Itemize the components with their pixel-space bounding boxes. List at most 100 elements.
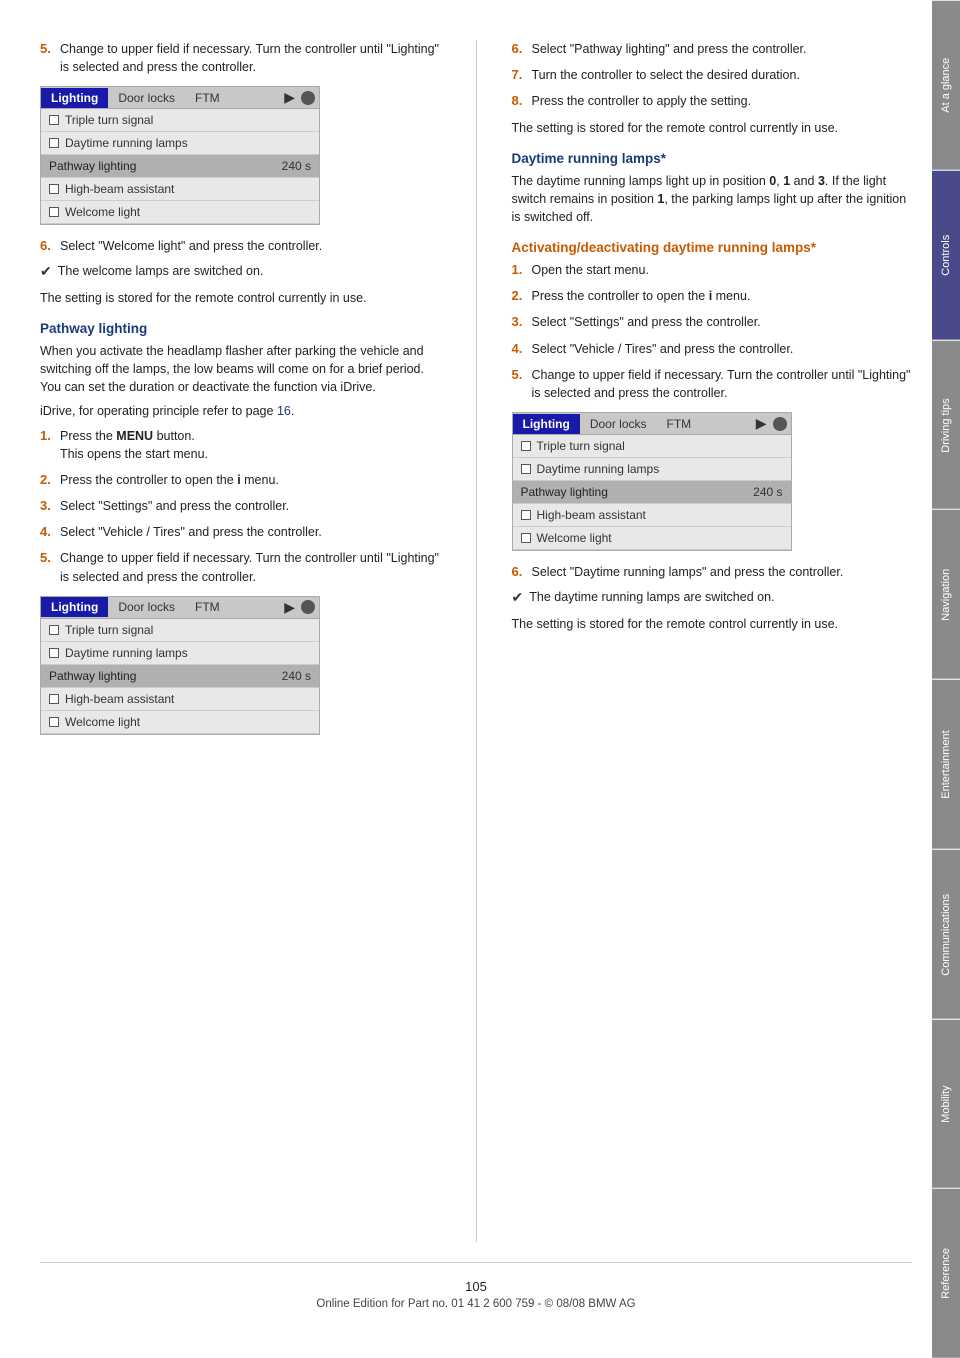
step-num-5-top: 5. <box>40 40 54 76</box>
checkbox-triple-1 <box>49 115 59 125</box>
menu-tab-doorlocks-3: Door locks <box>580 414 657 434</box>
checkbox-daytime-1 <box>49 138 59 148</box>
daytime-step-num-5: 5. <box>512 366 526 402</box>
menu-item-pathway-time-3: 240 s <box>753 485 782 499</box>
menu-item-triple-1: Triple turn signal <box>41 109 319 132</box>
step-num-7-right: 7. <box>512 66 526 84</box>
menu-item-daytime-label-2: Daytime running lamps <box>65 646 188 660</box>
sidebar-tab-reference[interactable]: Reference <box>932 1188 960 1358</box>
step-6-daytime: 6. Select "Daytime running lamps" and pr… <box>512 563 913 581</box>
sidebar-tab-controls[interactable]: Controls <box>932 170 960 340</box>
menu-tab-lighting-2: Lighting <box>41 597 108 617</box>
menu-tab-doorlocks-2: Door locks <box>108 597 185 617</box>
menu-widget-3: Lighting Door locks FTM ▶ Triple turn si… <box>512 412 792 551</box>
daytime-step-1: 1. Open the start menu. <box>512 261 913 279</box>
menu-item-triple-2: Triple turn signal <box>41 619 319 642</box>
pathway-step-1-text: Press the MENU button.This opens the sta… <box>60 427 441 463</box>
daytime-step-num-3: 3. <box>512 313 526 331</box>
menu-item-pathway-1: Pathway lighting 240 s <box>41 155 319 178</box>
daytime-step-4-text: Select "Vehicle / Tires" and press the c… <box>532 340 913 358</box>
pathway-step-num-1: 1. <box>40 427 54 463</box>
menu-item-pathway-3: Pathway lighting 240 s <box>513 481 791 504</box>
checkmark-icon-top: ✔ <box>40 263 52 280</box>
daytime-heading: Daytime running lamps* <box>512 151 913 166</box>
menu-tab-ftm-3: FTM <box>657 414 702 434</box>
menu-circle-1 <box>301 91 315 105</box>
sidebar-tab-at-a-glance[interactable]: At a glance <box>932 0 960 170</box>
activating-heading: Activating/deactivating daytime running … <box>512 240 913 255</box>
pathway-step-3: 3. Select "Settings" and press the contr… <box>40 497 441 515</box>
daytime-step-1-text: Open the start menu. <box>532 261 913 279</box>
sidebar-tab-mobility[interactable]: Mobility <box>932 1019 960 1189</box>
pathway-step-4-text: Select "Vehicle / Tires" and press the c… <box>60 523 441 541</box>
sidebar: At a glance Controls Driving tips Naviga… <box>932 0 960 1358</box>
menu-widget-1-wrap: Lighting Door locks FTM ▶ Triple turn si… <box>40 86 441 225</box>
daytime-step-num-4: 4. <box>512 340 526 358</box>
menu-item-highbeam-1: High-beam assistant <box>41 178 319 201</box>
step-num-6-daytime: 6. <box>512 563 526 581</box>
menu-item-triple-label-1: Triple turn signal <box>65 113 153 127</box>
step-num-6-right: 6. <box>512 40 526 58</box>
checkbox-welcome-1 <box>49 207 59 217</box>
pathway-heading: Pathway lighting <box>40 321 441 336</box>
step-5-top-text: Change to upper field if necessary. Turn… <box>60 40 441 76</box>
setting-note-top: The setting is stored for the remote con… <box>40 289 441 307</box>
menu-item-welcome-1: Welcome light <box>41 201 319 224</box>
checkbox-welcome-3 <box>521 533 531 543</box>
menu-item-welcome-label-3: Welcome light <box>537 531 612 545</box>
idrive-link[interactable]: 16 <box>277 404 291 418</box>
checkbox-highbeam-2 <box>49 694 59 704</box>
menu-item-daytime-2: Daytime running lamps <box>41 642 319 665</box>
menu-item-highbeam-label-2: High-beam assistant <box>65 692 174 706</box>
daytime-step-5-text: Change to upper field if necessary. Turn… <box>532 366 913 402</box>
checkmark-icon-daytime: ✔ <box>512 589 524 606</box>
step-7-right-text: Turn the controller to select the desire… <box>532 66 913 84</box>
menu-widget-1: Lighting Door locks FTM ▶ Triple turn si… <box>40 86 320 225</box>
note-right: The setting is stored for the remote con… <box>512 119 913 137</box>
menu-item-welcome-label-1: Welcome light <box>65 205 140 219</box>
menu-item-daytime-1: Daytime running lamps <box>41 132 319 155</box>
col-divider <box>476 40 477 1242</box>
sidebar-tab-navigation[interactable]: Navigation <box>932 509 960 679</box>
menu-item-pathway-time-2: 240 s <box>282 669 311 683</box>
page-number: 105 <box>40 1279 912 1294</box>
pathway-idrive-ref: iDrive, for operating principle refer to… <box>40 402 441 420</box>
checkbox-triple-3 <box>521 441 531 451</box>
main-content: 5. Change to upper field if necessary. T… <box>0 0 932 1358</box>
menu-item-pathway-label-1: Pathway lighting <box>49 159 136 173</box>
menu-item-daytime-label-3: Daytime running lamps <box>537 462 660 476</box>
menu-header-2: Lighting Door locks FTM ▶ <box>41 597 319 619</box>
daytime-step-num-1: 1. <box>512 261 526 279</box>
menu-item-daytime-3: Daytime running lamps <box>513 458 791 481</box>
menu-item-highbeam-2: High-beam assistant <box>41 688 319 711</box>
daytime-step-3: 3. Select "Settings" and press the contr… <box>512 313 913 331</box>
pathway-step-3-text: Select "Settings" and press the controll… <box>60 497 441 515</box>
pathway-step-2-text: Press the controller to open the i menu. <box>60 471 441 489</box>
step-6-right-text: Select "Pathway lighting" and press the … <box>532 40 913 58</box>
daytime-body: The daytime running lamps light up in po… <box>512 172 913 226</box>
menu-item-pathway-2: Pathway lighting 240 s <box>41 665 319 688</box>
menu-item-triple-label-2: Triple turn signal <box>65 623 153 637</box>
menu-item-triple-3: Triple turn signal <box>513 435 791 458</box>
menu-item-welcome-2: Welcome light <box>41 711 319 734</box>
menu-widget-3-wrap: Lighting Door locks FTM ▶ Triple turn si… <box>512 412 913 551</box>
menu-header-1: Lighting Door locks FTM ▶ <box>41 87 319 109</box>
sidebar-tab-entertainment[interactable]: Entertainment <box>932 679 960 849</box>
menu-circle-2 <box>301 600 315 614</box>
menu-tab-lighting-3: Lighting <box>513 414 580 434</box>
pathway-step-num-5: 5. <box>40 549 54 585</box>
pathway-step-4: 4. Select "Vehicle / Tires" and press th… <box>40 523 441 541</box>
pathway-step-num-3: 3. <box>40 497 54 515</box>
sidebar-tab-communications[interactable]: Communications <box>932 849 960 1019</box>
menu-item-welcome-3: Welcome light <box>513 527 791 550</box>
daytime-step-4: 4. Select "Vehicle / Tires" and press th… <box>512 340 913 358</box>
check-note-top: ✔ The welcome lamps are switched on. <box>40 263 441 281</box>
menu-tab-ftm-1: FTM <box>185 88 230 108</box>
sidebar-tab-driving-tips[interactable]: Driving tips <box>932 340 960 510</box>
checkbox-highbeam-1 <box>49 184 59 194</box>
step-8-right-text: Press the controller to apply the settin… <box>532 92 913 110</box>
checkbox-daytime-3 <box>521 464 531 474</box>
menu-header-3: Lighting Door locks FTM ▶ <box>513 413 791 435</box>
step-num-6-top: 6. <box>40 237 54 255</box>
page-footer: 105 Online Edition for Part no. 01 41 2 … <box>40 1262 912 1318</box>
